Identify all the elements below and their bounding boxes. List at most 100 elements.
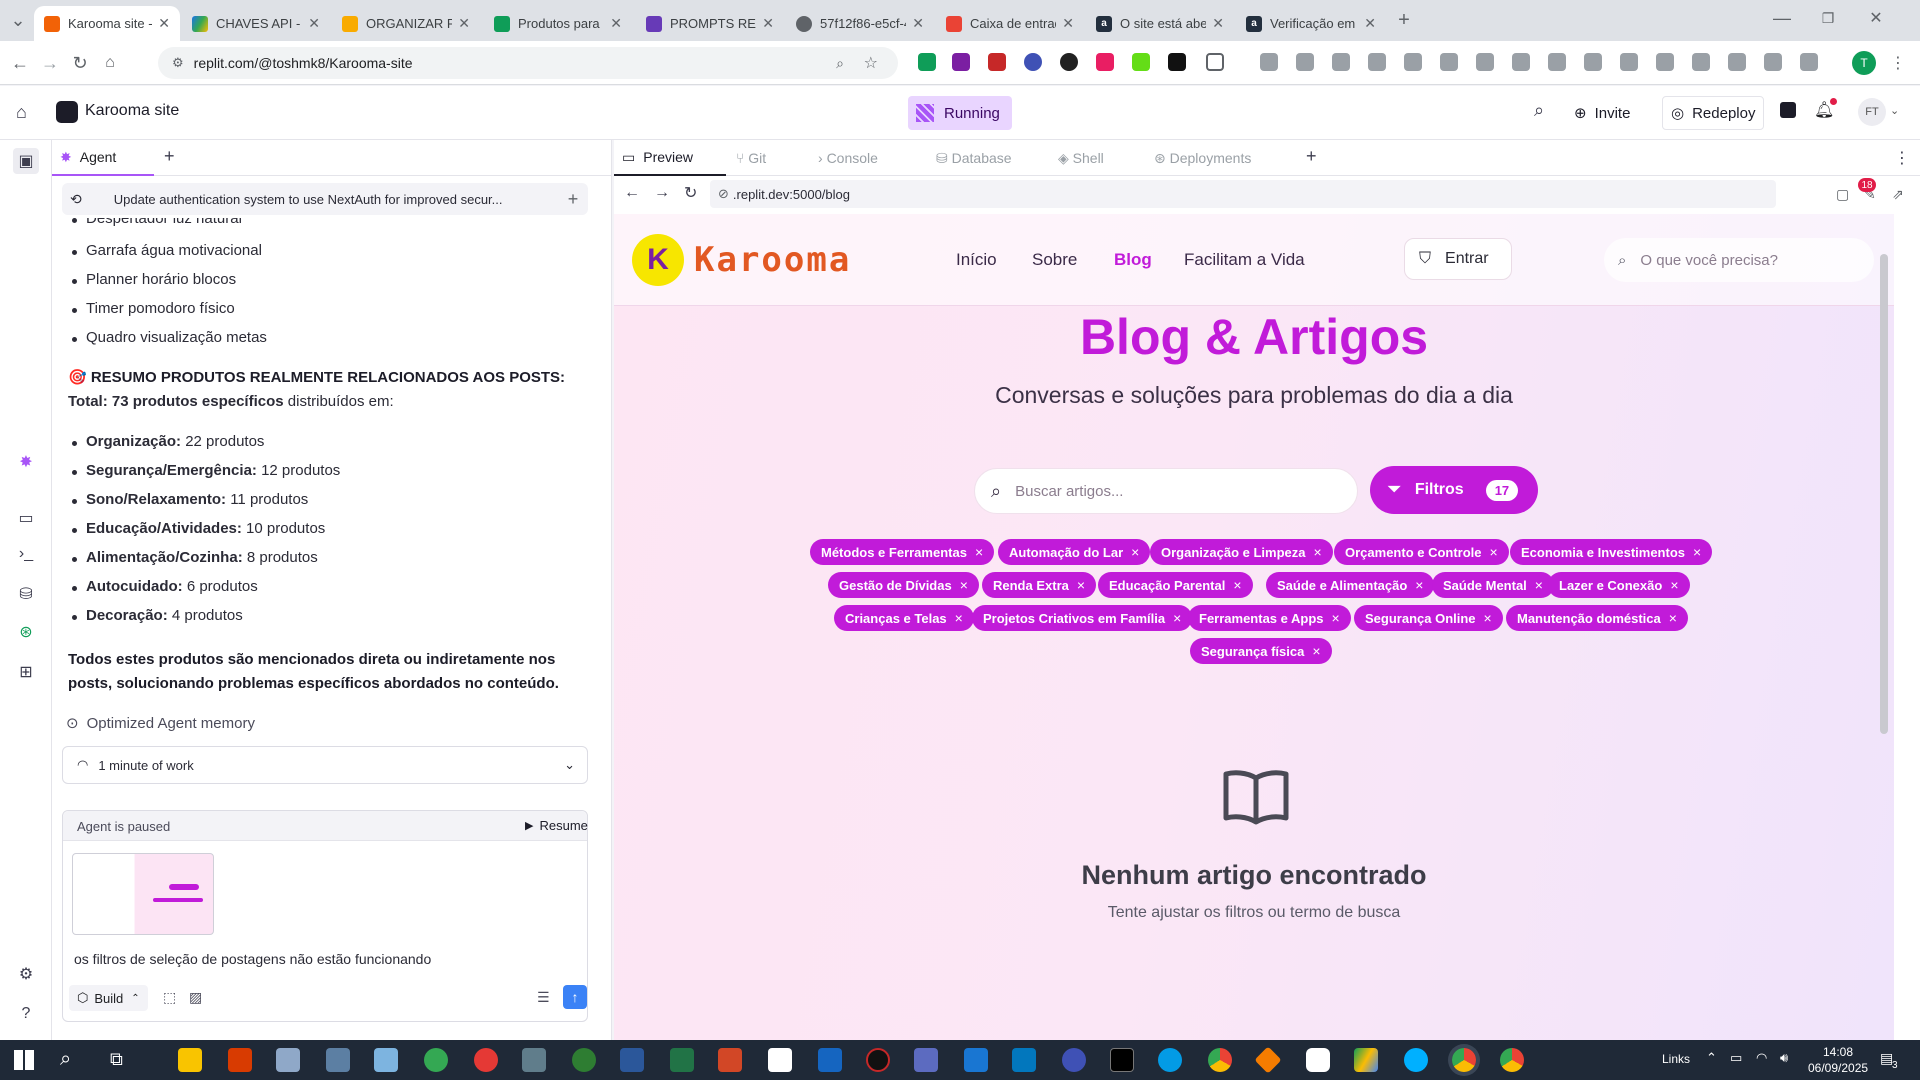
database-icon[interactable]: ⛁ (16, 584, 36, 604)
settings-icon[interactable]: ⚙ (16, 964, 36, 984)
app-icon[interactable] (276, 1048, 300, 1072)
article-search-input[interactable]: ⌕ Buscar artigos... (974, 468, 1358, 514)
app-icon[interactable] (424, 1048, 448, 1072)
browser-tab-amazon-1[interactable]: a O site está aberto no ✕ (1086, 6, 1234, 41)
canva-icon[interactable] (1404, 1048, 1428, 1072)
nav-blog[interactable]: Blog (1114, 250, 1152, 270)
remove-chip-x-icon[interactable]: × (960, 577, 968, 593)
toolbar-icon[interactable] (1332, 53, 1350, 71)
home-icon[interactable]: ⌂ (98, 51, 122, 75)
app-icon[interactable] (572, 1048, 596, 1072)
extension-icon[interactable] (1096, 53, 1114, 71)
close-tab-icon[interactable]: ✕ (308, 15, 320, 32)
extension-icon[interactable] (952, 53, 970, 71)
layout-icon[interactable] (1780, 102, 1796, 118)
word-icon[interactable] (620, 1048, 644, 1072)
user-avatar[interactable]: FT (1858, 98, 1886, 126)
remove-chip-x-icon[interactable]: × (975, 544, 983, 560)
tab-git[interactable]: ⑂ Git (736, 150, 766, 166)
toolbar-icon[interactable] (1260, 53, 1278, 71)
settings-sliders-icon[interactable]: ☰ (537, 989, 550, 1006)
browser-tab-amazon-2[interactable]: a Verificação em Duas ✕ (1236, 6, 1386, 41)
filter-chip[interactable]: Orçamento e Controle × (1334, 539, 1509, 565)
browser-tab-replit[interactable]: Karooma site - Replit ✕ (34, 6, 180, 41)
app-icon[interactable] (1306, 1048, 1330, 1072)
remove-chip-x-icon[interactable]: × (1669, 610, 1677, 626)
remove-chip-x-icon[interactable]: × (1173, 610, 1181, 626)
filter-chip[interactable]: Crianças e Telas × (834, 605, 974, 631)
deployments-icon[interactable]: ⊛ (16, 622, 36, 642)
browser-tab-drive[interactable]: CHAVES API - Google ✕ (182, 6, 330, 41)
reading-mode-icon[interactable] (1620, 53, 1638, 71)
remove-chip-x-icon[interactable]: × (1332, 610, 1340, 626)
filter-chip[interactable]: Manutenção doméstica × (1506, 605, 1688, 631)
minimize-window-icon[interactable]: — (1770, 6, 1794, 30)
pane-menu-icon[interactable]: ⋮ (1894, 148, 1910, 168)
chrome-menu-icon[interactable]: ⋮ (1886, 51, 1910, 75)
tab-deployments[interactable]: ⊛ Deployments (1154, 150, 1251, 167)
filter-chip[interactable]: Lazer e Conexão × (1548, 572, 1690, 598)
close-tab-icon[interactable]: ✕ (1062, 15, 1074, 32)
preview-back-arrow-icon[interactable]: ← (624, 184, 640, 202)
remove-chip-x-icon[interactable]: × (1233, 577, 1241, 593)
remove-chip-x-icon[interactable]: × (1484, 610, 1492, 626)
forward-arrow-icon[interactable]: → (38, 51, 62, 75)
remove-chip-x-icon[interactable]: × (1312, 643, 1320, 659)
filter-chip[interactable]: Economia e Investimentos × (1510, 539, 1713, 565)
remove-chip-x-icon[interactable]: × (1670, 577, 1678, 593)
site-search-input[interactable]: ⌕ O que você precisa? (1604, 238, 1874, 282)
extension-icon[interactable] (1168, 53, 1186, 71)
filter-chip[interactable]: Segurança física × (1190, 638, 1332, 664)
chrome-icon[interactable] (1208, 1048, 1232, 1072)
project-name[interactable]: Karooma site (85, 102, 179, 120)
remove-chip-x-icon[interactable]: × (955, 610, 963, 626)
tab-agent[interactable]: ✸ Agent (52, 140, 154, 176)
app-icon[interactable] (914, 1048, 938, 1072)
new-tab-plus-icon[interactable]: + (1392, 8, 1416, 32)
download-icon[interactable] (1440, 53, 1458, 71)
filter-chip[interactable]: Saúde e Alimentação × (1266, 572, 1435, 598)
links-toolbar[interactable]: Links (1662, 1052, 1690, 1066)
volume-icon[interactable]: 🔊︎ (1780, 1050, 1788, 1066)
invite-button[interactable]: ⊕ Invite (1574, 96, 1630, 130)
bookmarks-icon[interactable] (1800, 53, 1818, 71)
app-icon[interactable] (866, 1048, 890, 1072)
add-tab-plus-icon[interactable]: + (164, 146, 175, 167)
close-tab-icon[interactable]: ✕ (1364, 15, 1376, 32)
extension-icon[interactable] (918, 53, 936, 71)
reload-icon[interactable]: ↻ (68, 51, 92, 75)
filter-chip[interactable]: Gestão de Dívidas × (828, 572, 979, 598)
search-icon[interactable]: ⌕ (1534, 100, 1544, 121)
tab-shell[interactable]: ◈ Shell (1058, 150, 1104, 167)
karooma-logo-text[interactable]: Karooma (694, 240, 851, 280)
file-explorer-icon[interactable] (178, 1048, 202, 1072)
chrome-active-icon[interactable] (1452, 1048, 1476, 1072)
filter-chip[interactable]: Saúde Mental × (1432, 572, 1554, 598)
app-icon[interactable] (522, 1048, 546, 1072)
extension-icon[interactable] (1024, 53, 1042, 71)
filter-chip[interactable]: Segurança Online × (1354, 605, 1503, 631)
add-pane-tab-plus-icon[interactable]: + (1306, 146, 1317, 167)
chevron-up-icon[interactable]: ⌃ (1706, 1050, 1717, 1066)
resume-button[interactable]: ▶ Resume (525, 818, 588, 833)
browser-tab-gmail[interactable]: Caixa de entrada (27 ✕ (936, 6, 1084, 41)
work-summary-dropdown[interactable]: ◠ 1 minute of work ⌄ (62, 746, 588, 784)
windows-start-icon[interactable] (14, 1050, 34, 1070)
calculator-icon[interactable] (326, 1048, 350, 1072)
close-tab-icon[interactable]: ✕ (158, 15, 170, 32)
restore-window-icon[interactable]: ❐ (1816, 6, 1840, 30)
remove-chip-x-icon[interactable]: × (1314, 544, 1322, 560)
preview-icon[interactable]: ▭ (16, 508, 36, 528)
select-element-icon[interactable]: ⬚ (163, 989, 176, 1006)
login-button[interactable]: ⛉ Entrar (1404, 238, 1512, 280)
extension-icon[interactable] (1132, 53, 1150, 71)
tab-database[interactable]: ⛁ Database (936, 150, 1012, 167)
extensions-puzzle-icon[interactable] (1206, 53, 1224, 71)
preview-reload-icon[interactable]: ↻ (684, 183, 697, 203)
browser-tab-keep[interactable]: ORGANIZAR PRODUT ✕ (332, 6, 480, 41)
devices-icon[interactable]: ▢ (1836, 186, 1849, 203)
close-tab-icon[interactable]: ✕ (610, 15, 622, 32)
send-arrow-icon[interactable]: ↑ (563, 985, 587, 1009)
browser-tab-docs[interactable]: PROMPTS REPLIT - D ✕ (636, 6, 784, 41)
tab-console[interactable]: › Console (818, 150, 878, 166)
